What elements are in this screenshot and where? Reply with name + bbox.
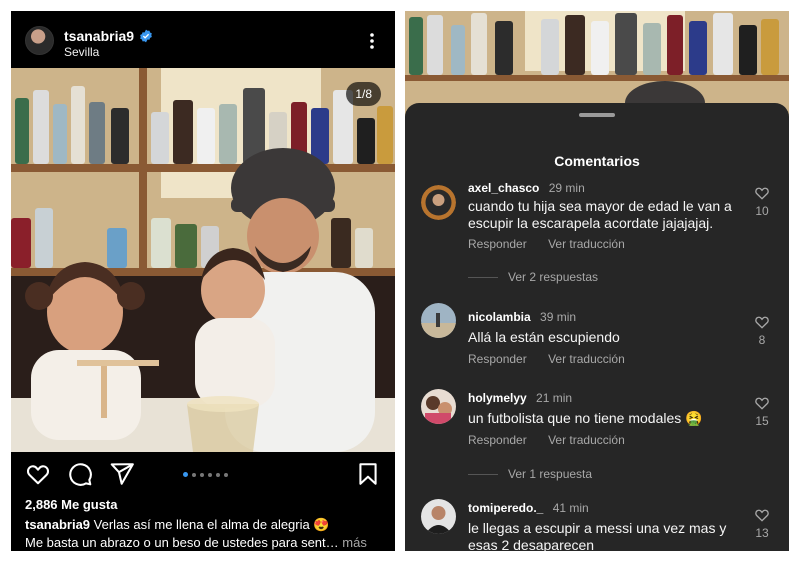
reply-button[interactable]: Responder (468, 352, 527, 366)
post-username-row: tsanabria9 (64, 28, 153, 44)
comment-username[interactable]: holymelyy (468, 391, 527, 405)
comment-actions: Responder Ver traducción (468, 352, 643, 366)
view-replies[interactable]: Ver 2 respuestas (468, 270, 598, 284)
carousel-indicator (183, 472, 228, 477)
reply-button[interactable]: Responder (468, 433, 527, 447)
carousel-dot (216, 472, 220, 477)
comment-like: 15 (753, 395, 771, 428)
comments-sheet: Comentarios axel_chasco 29 min cuando tu… (405, 103, 789, 551)
avatar-image (421, 389, 456, 424)
view-replies-label[interactable]: Ver 1 respuesta (508, 467, 592, 481)
caption-line-1: tsanabria9 Verlas así me llena el alma d… (25, 517, 330, 533)
heart-icon[interactable] (25, 461, 51, 487)
view-replies[interactable]: Ver 1 respuesta (468, 467, 592, 481)
caption-line-2: Me basta un abrazo o un beso de ustedes … (25, 535, 367, 550)
avatar-image (421, 185, 456, 220)
heart-icon[interactable] (754, 314, 770, 330)
commenter-avatar[interactable] (421, 499, 456, 534)
comment-time: 39 min (540, 310, 577, 324)
post-panel: tsanabria9 Sevilla 1/8 2,886 Me gusta ts… (11, 11, 395, 551)
comment-time: 29 min (548, 181, 585, 195)
comment-time: 21 min (536, 391, 573, 405)
comment-username[interactable]: axel_chasco (468, 181, 539, 195)
translate-button[interactable]: Ver traducción (548, 237, 625, 251)
more-options-icon[interactable] (362, 31, 382, 51)
caption-text-1: Verlas así me llena el alma de alegria 😍 (93, 517, 330, 532)
photo-illustration (11, 68, 395, 452)
post-header: tsanabria9 Sevilla (11, 11, 395, 68)
post-photo[interactable]: 1/8 (11, 68, 395, 452)
image-counter: 1/8 (346, 82, 381, 106)
heart-icon[interactable] (754, 395, 770, 411)
replies-divider (468, 276, 498, 278)
comment-text: le llegas a escupir a messi una vez mas … (468, 520, 727, 551)
bookmark-icon[interactable] (355, 461, 381, 487)
comment-like-count: 13 (755, 526, 769, 540)
like-count[interactable]: 2,886 Me gusta (25, 497, 118, 512)
comments-title: Comentarios (554, 153, 640, 169)
avatar-image (421, 303, 456, 338)
carousel-dot (208, 472, 212, 477)
comment-text: Allá la están escupiendo (468, 329, 620, 345)
caption-more-link[interactable]: más (342, 535, 367, 550)
share-icon[interactable] (109, 461, 135, 487)
comment-actions: Responder Ver traducción (468, 237, 643, 251)
post-username[interactable]: tsanabria9 (64, 28, 134, 44)
verified-badge-icon (140, 29, 152, 43)
replies-divider (468, 473, 498, 475)
comment-time: 41 min (552, 501, 589, 515)
comment-like: 8 (753, 314, 771, 347)
heart-icon[interactable] (754, 507, 770, 523)
caption-text-2: Me basta un abrazo o un beso de ustedes … (25, 535, 339, 550)
carousel-dot (183, 472, 188, 477)
comment-like-count: 15 (755, 414, 769, 428)
heart-icon[interactable] (754, 185, 770, 201)
comment-like-count: 8 (758, 333, 766, 347)
comment-like-count: 10 (755, 204, 769, 218)
comments-panel: Comentarios axel_chasco 29 min cuando tu… (405, 11, 789, 551)
translate-button[interactable]: Ver traducción (548, 433, 625, 447)
comment-header: holymelyy 21 min (468, 391, 572, 405)
avatar-image (421, 499, 456, 534)
comment-like: 13 (753, 507, 771, 540)
reply-button[interactable]: Responder (468, 237, 527, 251)
view-replies-label[interactable]: Ver 2 respuestas (508, 270, 598, 284)
comment-header: axel_chasco 29 min (468, 181, 585, 195)
background-photo (405, 11, 789, 111)
commenter-avatar[interactable] (421, 303, 456, 338)
translate-button[interactable]: Ver traducción (548, 352, 625, 366)
post-location[interactable]: Sevilla (64, 45, 99, 59)
comment-username[interactable]: nicolambia (468, 310, 531, 324)
carousel-dot (224, 472, 228, 477)
comment-like: 10 (753, 185, 771, 218)
post-actions (11, 455, 395, 495)
carousel-dot (192, 472, 196, 477)
glass (187, 396, 259, 452)
carousel-dot (200, 472, 204, 477)
commenter-avatar[interactable] (421, 389, 456, 424)
profile-avatar[interactable] (25, 26, 54, 55)
comment-username[interactable]: tomiperedo._ (468, 501, 543, 515)
comment-actions: Responder Ver traducción (468, 433, 643, 447)
comment-header: tomiperedo._ 41 min (468, 501, 589, 515)
caption-username[interactable]: tsanabria9 (25, 517, 90, 532)
comment-text: cuando tu hija sea mayor de edad le van … (468, 198, 732, 231)
comment-text: un futbolista que no tiene modales 🤮 (468, 410, 703, 426)
drag-handle[interactable] (579, 113, 615, 117)
comment-header: nicolambia 39 min (468, 310, 576, 324)
commenter-avatar[interactable] (421, 185, 456, 220)
comment-icon[interactable] (67, 461, 93, 487)
